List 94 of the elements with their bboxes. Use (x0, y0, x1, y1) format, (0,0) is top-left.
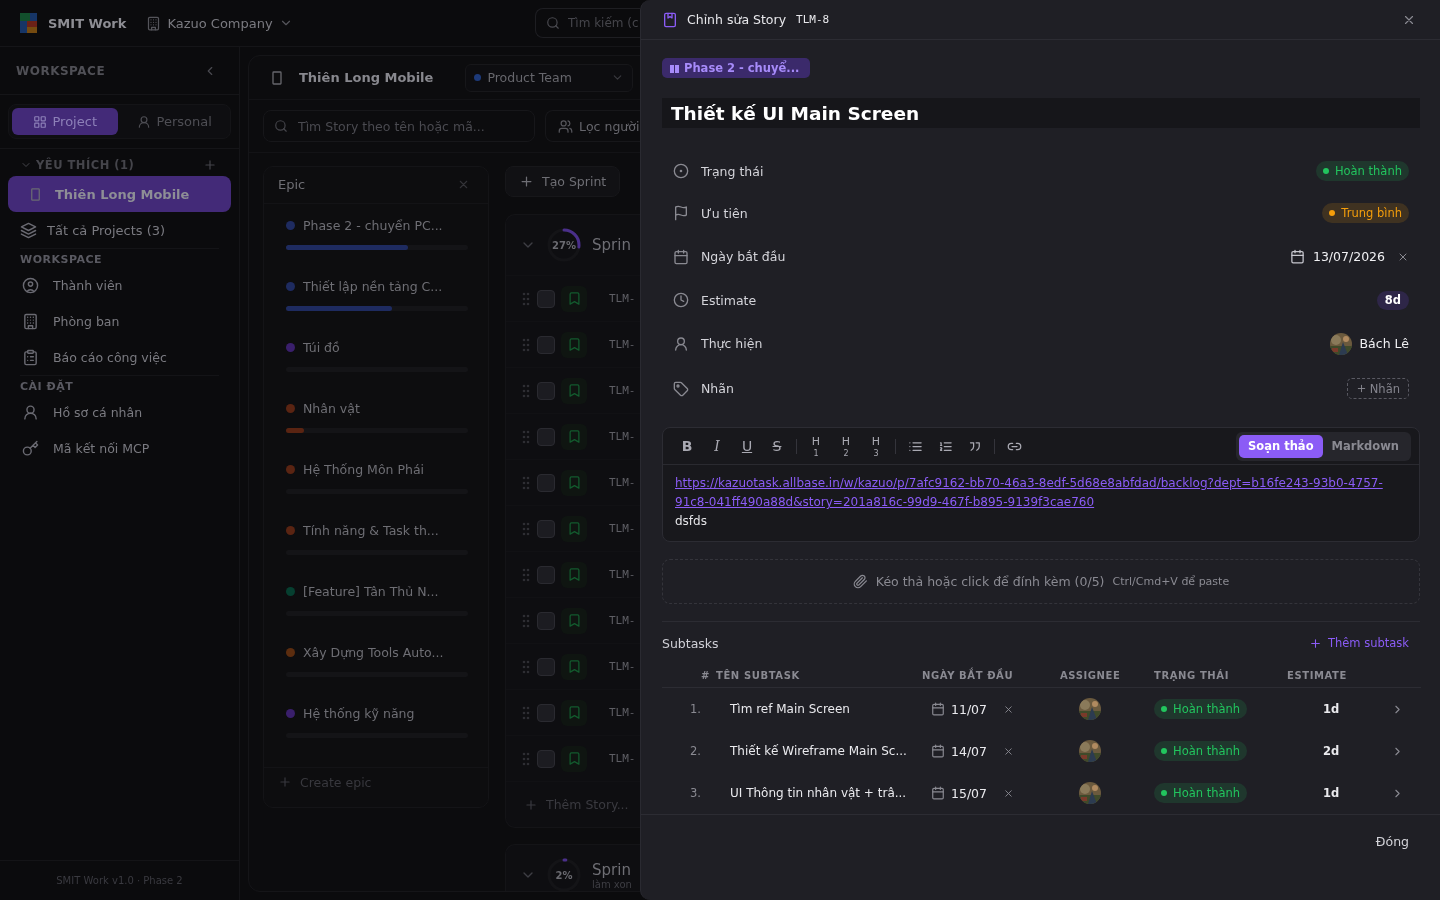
date-picker[interactable]: 14/07 (931, 743, 988, 759)
nav-item[interactable]: Báo cáo công việc (0, 339, 239, 375)
search-field[interactable]: Tìm Story theo tên hoặc mã... (263, 110, 535, 142)
title-field[interactable]: Thiết kế UI Main Screen (662, 98, 1420, 128)
status-badge[interactable]: Hoàn thành (1154, 699, 1248, 719)
story-key: TLM- (609, 430, 636, 443)
column-header: ASSIGNEE (1060, 670, 1121, 681)
nav-item[interactable]: Phòng ban (0, 303, 239, 339)
column-header: ESTIMATE (1287, 670, 1347, 681)
epic-item[interactable]: Túi đồ (264, 339, 488, 401)
epic-item[interactable]: Hệ Thống Môn Phái (264, 461, 488, 523)
field-label: Estimate (701, 292, 757, 308)
nav-item[interactable]: Mã kết nối MCP (0, 430, 239, 466)
mode-tab[interactable]: Soạn thảo (1239, 434, 1323, 458)
search-field[interactable]: Tìm kiếm (c (535, 8, 640, 38)
subtask-name[interactable]: UI Thông tin nhân vật + trâ... (730, 786, 907, 800)
project-title: Thiên Long Mobile (299, 70, 434, 85)
estimate-badge: 8d (1376, 290, 1409, 310)
row-number: 1. (690, 702, 701, 716)
epic-item[interactable]: [Feature] Tân Thủ N... (264, 583, 488, 645)
date-picker[interactable]: 13/07/2026 (1289, 249, 1385, 264)
create-sprint-button[interactable]: Tạo Sprint (505, 166, 621, 197)
story-key: TLM- (609, 292, 636, 305)
attachment-dropzone[interactable]: Kéo thả hoặc click để đính kèm (0/5) Ctrl/Cmd+V để paste (662, 559, 1420, 604)
add-subtask-button[interactable]: Thêm subtask (1308, 636, 1409, 650)
story-key: TLM- (609, 706, 636, 719)
estimate-value: 1d (1323, 786, 1340, 800)
field-label: Thực hiện (701, 336, 763, 351)
progress-label: 2% (555, 869, 573, 881)
link[interactable]: https://kazuotask.allbase.in/w/kazuo/p/7afc9162-bb70-46a3-8edf-5d68e8abfdad/backlog?dept=b16fe243-93b0-4757-91c8-041ff490a88d&story=201a816c-99d9-467f-b895-9139f3cae760 (675, 474, 1407, 512)
row-number: 3. (690, 786, 701, 800)
sprint-title: Sprin (592, 860, 632, 879)
mode-tab[interactable]: Markdown (1322, 434, 1408, 458)
panel-title: Epic (278, 177, 306, 193)
column-header: TRẠNG THÁI (1154, 670, 1229, 681)
column-header: TÊN SUBTASK (716, 670, 800, 681)
epic-item[interactable]: Thiết lập nền tảng C... (264, 278, 488, 340)
paste-hint: Ctrl/Cmd+V để paste (1112, 575, 1230, 588)
story-key: TLM- (609, 384, 636, 397)
field-label: Ưu tiên (701, 205, 748, 221)
mode-tab[interactable]: Project (12, 108, 118, 135)
field-label: Nhãn (701, 381, 734, 396)
row-number: 2. (690, 744, 701, 758)
epic-item[interactable]: Nhân vật (264, 400, 488, 462)
field-label: Ngày bắt đầu (701, 249, 786, 264)
close-button[interactable]: Đóng (1375, 834, 1409, 849)
estimate-value: 2d (1323, 744, 1340, 758)
drawer-title: Chỉnh sửa Story (687, 12, 787, 27)
story-key: TLM- (609, 568, 636, 581)
section-title: CÀI ĐẶT (19, 380, 75, 394)
field-label: Trạng thái (701, 163, 764, 179)
section-title: WORKSPACE (19, 253, 104, 267)
project-item[interactable]: Thiên Long Mobile (8, 176, 231, 212)
story-key: TLM- (609, 614, 636, 627)
story-key: TLM- (609, 338, 636, 351)
underline-button[interactable]: U (735, 434, 759, 458)
date-picker[interactable]: 15/07 (931, 785, 988, 801)
section-title: Subtasks (662, 635, 719, 651)
nav-item[interactable]: Thành viên (0, 267, 239, 303)
estimate-value: 1d (1323, 702, 1340, 716)
dropzone-hint: Kéo thả hoặc click để đính kèm (0/5) (875, 574, 1105, 589)
column-header: # (701, 670, 710, 681)
subtask-name[interactable]: Thiết kế Wireframe Main Sc... (730, 744, 907, 758)
assignee[interactable]: Bách Lê (1329, 332, 1409, 355)
section-title: WORKSPACE (16, 63, 106, 78)
add-tag-button[interactable]: Nhãn (1346, 378, 1409, 399)
story-key: TLM- (609, 476, 636, 489)
strike-button[interactable]: S (765, 434, 789, 458)
subtask-name[interactable]: Tìm ref Main Screen (730, 702, 850, 716)
sprint-title: Sprin (592, 236, 631, 254)
status-badge[interactable]: Hoàn thành (1154, 783, 1248, 803)
story-key: TLM-8 (796, 13, 830, 26)
epic-item[interactable]: Tính năng & Task th... (264, 522, 488, 584)
epic-item[interactable]: Xây Dựng Tools Auto... (264, 644, 488, 706)
editor-text: dsfds (675, 513, 708, 530)
epic-item[interactable]: Hệ thống kỹ năng (264, 705, 488, 767)
company-selector[interactable]: Kazuo Company (146, 15, 293, 31)
team-dropdown[interactable]: Product Team (465, 63, 634, 92)
nav-item[interactable]: Hồ sơ cá nhân (0, 394, 239, 430)
epic-tag[interactable]: Phase 2 - chuyể... (662, 58, 811, 78)
bold-button[interactable]: B (675, 434, 699, 458)
progress-label: 27% (552, 239, 576, 251)
italic-button[interactable]: I (705, 434, 729, 458)
status-badge[interactable]: Trung bình (1322, 203, 1409, 223)
story-key: TLM- (609, 522, 636, 535)
app-name: SMIT Work (48, 15, 127, 31)
section-title: YÊU THÍCH (1) (36, 158, 135, 172)
nav-item[interactable]: Tất cả Projects (3) (8, 212, 231, 248)
story-key: TLM- (609, 752, 636, 765)
status-badge[interactable]: Hoàn thành (1154, 741, 1248, 761)
date-picker[interactable]: 11/07 (931, 701, 988, 717)
status-badge[interactable]: Hoàn thành (1315, 161, 1409, 181)
epic-item[interactable]: Phase 2 - chuyển PC... (264, 217, 488, 279)
story-key: TLM- (609, 660, 636, 673)
